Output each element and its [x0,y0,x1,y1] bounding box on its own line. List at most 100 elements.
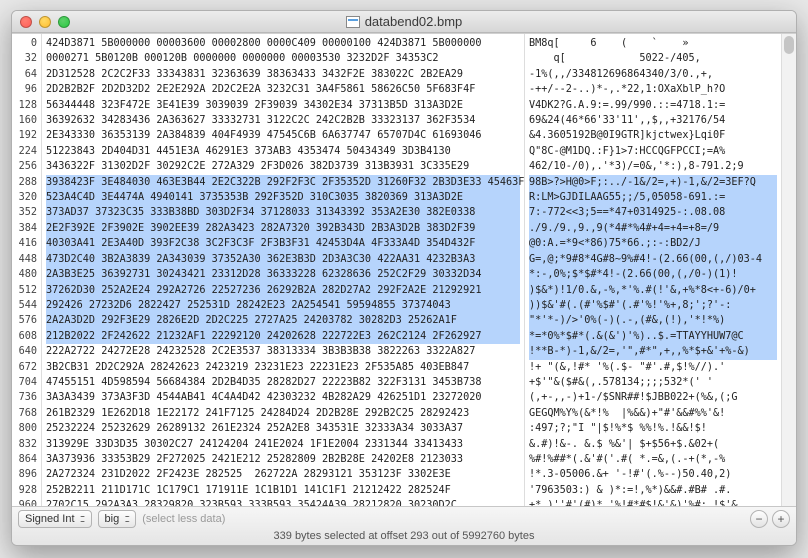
hex-row[interactable]: 261B2329 1E262D18 1E22172 241F7125 24284… [46,406,520,421]
title-text: databend02.bmp [365,14,463,29]
hex-row[interactable]: 424D3871 5B000000 00003600 00002800 0000… [46,36,520,51]
hex-row[interactable]: 51223843 2D404D31 4451E3A 46291E3 373AB3… [46,144,520,159]
offset-label: 608 [12,329,37,344]
ascii-row[interactable]: 462/10-/0),.'*3)/=0&,'*:),8-791.2;9 [529,159,777,174]
ascii-row[interactable]: "*'*-)/>'0%(-)(.-,(#&,(!),'*!*%) [529,313,777,328]
offset-label: 576 [12,313,37,328]
ascii-row[interactable]: +$'"&($#&(,.578134;;;;532*(' ' [529,375,777,390]
offset-label: 832 [12,437,37,452]
hex-row[interactable]: 3938423F 3E484030 463E3B44 2E2C322B 292F… [46,175,520,190]
endian-label: big [105,513,120,525]
hex-row[interactable]: 56344448 323F472E 3E41E39 3039039 2F3903… [46,98,520,113]
hex-row[interactable]: 36392632 34283436 2A363627 33332731 3122… [46,113,520,128]
hex-row[interactable]: 2702C15 292A3A3 28329820 323B593 333B593… [46,498,520,506]
hex-pane[interactable]: 424D3871 5B000000 00003600 00002800 0000… [42,34,525,506]
content-area: 0326496128160192224256288320352384416448… [12,33,796,506]
offset-label: 160 [12,113,37,128]
ascii-row[interactable]: :497;?;"I "|$!%*$ %%!%.!&&!$! [529,421,777,436]
hex-row[interactable]: 3B2CB31 2D2C292A 28242623 2423219 23231E… [46,360,520,375]
ascii-row[interactable]: &4.3605192B@0I9GTR]kjctwex}Lqi0F [529,128,777,143]
hex-row[interactable]: 3436322F 31302D2F 30292C2E 272A329 2F3D0… [46,159,520,174]
zoom-button[interactable] [58,16,70,28]
offset-label: 512 [12,283,37,298]
offset-label: 960 [12,498,37,506]
hex-row[interactable]: 47455151 4D598594 56684384 2D2B4D35 2828… [46,375,520,390]
minimize-button[interactable] [39,16,51,28]
hex-editor-window: databend02.bmp 0326496128160192224256288… [11,10,797,546]
offset-label: 64 [12,67,37,82]
ascii-row[interactable]: +*,)''#'(#)*,'%!#*#$!&'&)'%#: !$'& [529,498,777,506]
ascii-row[interactable]: GEGQM%Y%(&*!% |%&&)+"#'&&#%%'&! [529,406,777,421]
ascii-row[interactable]: R:LM>GJDILAAG55;;/5,05058-691.:= [529,190,777,205]
format-select[interactable]: Signed Int [18,510,92,528]
ascii-row[interactable]: '7963503:) & )*:=!,%*)&&#.#B# .#. [529,483,777,498]
ascii-row[interactable]: 98B>?>H@0>F;:../-1&/2=,+)-1,&/2=3EF?Q [529,175,777,190]
offset-label: 96 [12,82,37,97]
hex-row[interactable]: 2A272324 231D2022 2F2423E 282525 262722A… [46,467,520,482]
zoom-in-button[interactable]: + [772,510,790,528]
hex-row[interactable]: 212B2022 2F242622 21232AF1 22292120 2420… [46,329,520,344]
hex-row[interactable]: 2E2F392E 2F3902E 3902EE39 282A3423 282A7… [46,221,520,236]
offset-label: 480 [12,267,37,282]
hex-row[interactable]: 25232224 25232629 26289132 261E2324 252A… [46,421,520,436]
hex-row[interactable]: 3A373936 33353B29 2F272025 2421E212 2528… [46,452,520,467]
offset-label: 768 [12,406,37,421]
ascii-row[interactable]: )$&*)!1/0.&,-%,*'%.#(!'&,+%*8<+-6)/0+ [529,283,777,298]
ascii-row[interactable]: V4DK2?G.A.9:=.99/990.::=4718.1:= [529,98,777,113]
ascii-row[interactable]: %#!%##*(.&'#('.#( *.=&,(.-+(*,-% [529,452,777,467]
hex-row[interactable]: 40303A41 2E3A40D 393F2C38 3C2F3C3F 2F3B3… [46,236,520,251]
hex-row[interactable]: 0000271 5B0120B 000120B 0000000 0000000 … [46,51,520,66]
hex-row[interactable]: 523A4C4D 3E4474A 4940141 3735353B 292F35… [46,190,520,205]
footer-controls: Signed Int big (select less data) − + [18,510,790,528]
offset-label: 448 [12,252,37,267]
ascii-row[interactable]: !*.3-05006.&+ '-!#'(.%--)50.40,2) [529,467,777,482]
ascii-row[interactable]: *=*0%*$#*(.&(&')'%)..$.=TTAYYHUW7@C [529,329,777,344]
zoom-out-button[interactable]: − [750,510,768,528]
hex-row[interactable]: 252B2211 211D171C 1C179C1 171911E 1C1B1D… [46,483,520,498]
hex-row[interactable]: 2A2A3D2D 292F3E29 2826E2D 2D2C225 2727A2… [46,313,520,328]
offset-label: 800 [12,421,37,436]
ascii-row[interactable]: q[ 5022-/405, [529,51,777,66]
hex-row[interactable]: 313929E 33D3D35 30302C27 24124204 241E20… [46,437,520,452]
ascii-row[interactable]: @0:A.=*9<*86)75*66.;:-:BD2/J [529,236,777,251]
hex-row[interactable]: 3A3A3439 373A3F3D 4544AB41 4C4A4D42 4230… [46,390,520,405]
close-button[interactable] [20,16,32,28]
ascii-row[interactable]: Q"8C-@M1DQ.:F}1>7:HCCQGFPCCI;=A% [529,144,777,159]
ascii-pane[interactable]: BM8q[ 6 ( ` » q[ 5022-/405,-1%(,,/334812… [525,34,781,506]
offset-label: 0 [12,36,37,51]
ascii-row[interactable]: G=,@;*9#8*4G#8~9%#4!-(2.66(00,(,/)03-4 [529,252,777,267]
offset-label: 672 [12,360,37,375]
offset-label: 128 [12,98,37,113]
ascii-row[interactable]: ./9./9.,9.,9(*4#*%4#+4=+4=+8=/9 [529,221,777,236]
vertical-scrollbar[interactable] [781,34,796,506]
offset-label: 704 [12,375,37,390]
hex-row[interactable]: 2E343330 36353139 2A384839 404F4939 4754… [46,128,520,143]
hex-row[interactable]: 222A2722 24272E28 24232528 2C2E3537 3831… [46,344,520,359]
footer: Signed Int big (select less data) − + 33… [12,506,796,545]
ascii-row[interactable]: &.#)!&-. &.$ %&'| $+$56+$.&02+( [529,437,777,452]
offset-label: 864 [12,452,37,467]
hex-row[interactable]: 473D2C40 3B2A3839 2A343039 37352A30 362E… [46,252,520,267]
offset-label: 416 [12,236,37,251]
ascii-row[interactable]: ))$&'#(.(#'%$#'(.#'%!'%+,8;';?'-: [529,298,777,313]
ascii-row[interactable]: (,+-,,-)+1-/$SNR##!$JBB022+(%&,(;G [529,390,777,405]
ascii-row[interactable]: *:-,0%;$*$#*4!-(2.66(00,(,/0-)(1)! [529,267,777,282]
endian-select[interactable]: big [98,510,137,528]
ascii-row[interactable]: BM8q[ 6 ( ` » [529,36,777,51]
titlebar[interactable]: databend02.bmp [12,11,796,33]
ascii-row[interactable]: !**B-*)-1,&/2=,'",#*",+,,%*$+&'+%-&) [529,344,777,359]
ascii-row[interactable]: !+ "(&,!#* '%(.$- "#'.#,$!%//).' [529,360,777,375]
hex-row[interactable]: 2A3B3E25 36392731 30243421 23312D28 3633… [46,267,520,282]
ascii-row[interactable]: -1%(,,/334812696864340/3/0.,+, [529,67,777,82]
hex-row[interactable]: 292426 27232D6 2822427 252531D 28242E23 … [46,298,520,313]
hex-row[interactable]: 373AD37 37323C35 333B38BD 303D2F34 37128… [46,205,520,220]
ascii-row[interactable]: -++/--2-..)*-,.*22,1:OXaXblP_h?O [529,82,777,97]
hex-row[interactable]: 2D2B2B2F 2D2D32D2 2E2E292A 2D2C2E2A 3232… [46,82,520,97]
hex-row[interactable]: 37262D30 252A2E24 292A2726 22527236 2629… [46,283,520,298]
scrollbar-thumb[interactable] [784,36,794,54]
hex-row[interactable]: 2D312528 2C2C2F33 33343831 32363639 3836… [46,67,520,82]
offset-label: 256 [12,159,37,174]
offset-label: 384 [12,221,37,236]
ascii-row[interactable]: 7:-772<<3;5==*47+0314925-:.08.08 [529,205,777,220]
ascii-row[interactable]: 69&24(46*66'33'11',,$,,+32176/54 [529,113,777,128]
